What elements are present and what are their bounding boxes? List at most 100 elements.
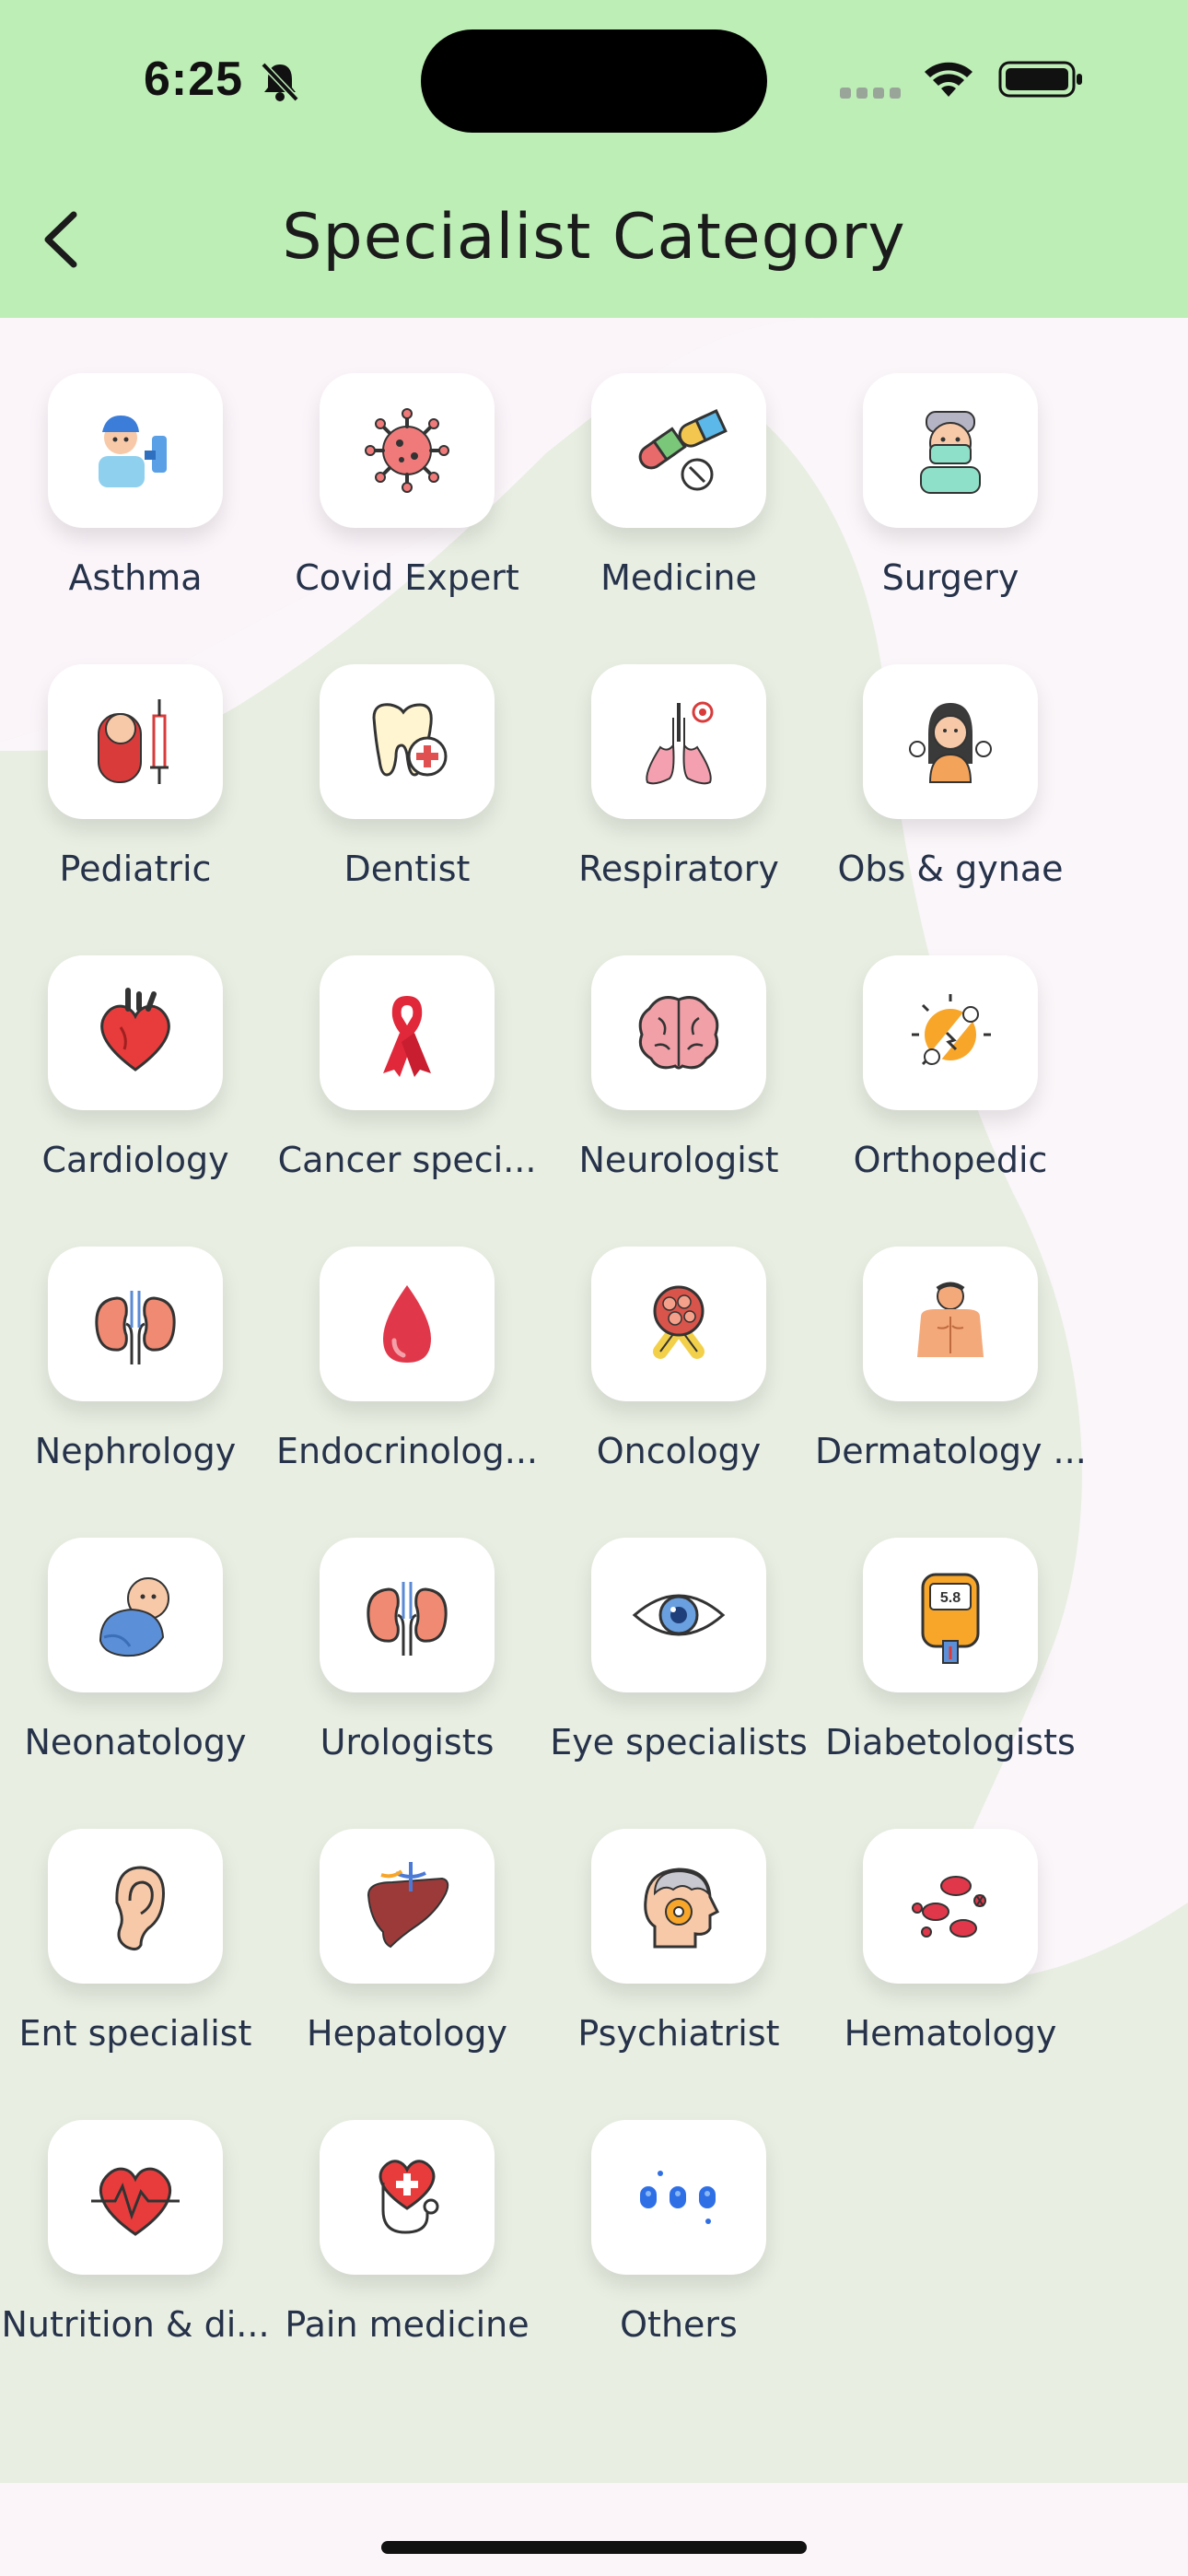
category-surgery[interactable]: Surgery	[815, 373, 1082, 622]
brain-icon	[638, 996, 719, 1070]
category-orthopedic[interactable]: Orthopedic	[815, 955, 1082, 1204]
surgeon-icon	[920, 411, 981, 494]
category-label: Pain medicine	[285, 2304, 530, 2345]
category-label: Obs & gynae	[837, 849, 1064, 889]
category-hepatology[interactable]: Hepatology	[272, 1829, 539, 2078]
category-card[interactable]	[863, 955, 1038, 1110]
category-oncology[interactable]: Oncology	[543, 1247, 810, 1495]
category-pediatric[interactable]: Pediatric	[0, 664, 267, 913]
category-label: Endocrinolog...	[275, 1431, 539, 1471]
category-neurologist[interactable]: Neurologist	[543, 955, 810, 1204]
category-label: Medicine	[600, 557, 757, 598]
category-neonatology[interactable]: Neonatology	[0, 1538, 267, 1786]
category-card[interactable]	[48, 1247, 223, 1401]
category-covid-expert[interactable]: Covid Expert	[272, 373, 539, 622]
wifi-icon	[925, 62, 973, 97]
category-card[interactable]	[48, 1829, 223, 1984]
category-eye-specialists[interactable]: Eye specialists	[543, 1538, 810, 1786]
category-card[interactable]	[320, 1247, 495, 1401]
category-label: Orthopedic	[853, 1140, 1048, 1180]
category-cardiology[interactable]: Cardiology	[0, 955, 267, 1204]
category-card[interactable]	[320, 1829, 495, 1984]
category-nephrology[interactable]: Nephrology	[0, 1247, 267, 1495]
category-nutrition-di[interactable]: Nutrition & di...	[0, 2120, 270, 2369]
category-asthma[interactable]: Asthma	[0, 373, 267, 622]
tumor-ribbon-icon	[653, 1285, 705, 1359]
category-label: Urologists	[320, 1722, 495, 1762]
kidneys-icon	[95, 1291, 176, 1364]
category-card[interactable]	[591, 955, 766, 1110]
category-card[interactable]	[320, 1538, 495, 1692]
category-label: Hepatology	[307, 2013, 507, 2054]
category-card[interactable]	[591, 1247, 766, 1401]
skin-body-icon	[917, 1282, 984, 1357]
category-label: Cardiology	[41, 1140, 229, 1180]
category-label: Diabetologists	[825, 1722, 1076, 1762]
category-label: Respiratory	[578, 849, 779, 889]
asthma-icon	[99, 416, 167, 487]
svg-text:5.8: 5.8	[940, 1590, 961, 1606]
category-label: Dermatology ...	[815, 1431, 1086, 1471]
category-medicine[interactable]: Medicine	[543, 373, 810, 622]
category-card[interactable]	[48, 1538, 223, 1692]
category-label: Surgery	[881, 557, 1019, 598]
category-card[interactable]	[48, 664, 223, 819]
category-label: Others	[620, 2304, 738, 2345]
battery-icon	[998, 61, 1082, 98]
category-label: Nephrology	[34, 1431, 237, 1471]
category-grid-area[interactable]: Asthma Covid Expert Medicine Surgery Pediatr…	[0, 318, 1188, 2483]
category-card[interactable]	[320, 664, 495, 819]
kidneys-icon	[367, 1582, 448, 1656]
category-hematology[interactable]: Hematology	[815, 1829, 1082, 2078]
category-respiratory[interactable]: Respiratory	[543, 664, 810, 913]
broken-bone-icon	[912, 994, 991, 1066]
category-card[interactable]	[320, 955, 495, 1110]
category-dermatology[interactable]: Dermatology ...	[815, 1247, 1086, 1495]
category-psychiatrist[interactable]: Psychiatrist	[543, 1829, 810, 2078]
category-card[interactable]	[863, 1829, 1038, 1984]
heart-icon	[100, 988, 170, 1071]
category-urologists[interactable]: Urologists	[272, 1538, 539, 1786]
blood-cells-icon	[912, 1876, 986, 1938]
baby-syringe-icon	[98, 699, 169, 784]
tooth-icon	[372, 703, 448, 777]
category-diabetologists[interactable]: 5.8 Diabetologists	[815, 1538, 1082, 1786]
lungs-icon	[646, 701, 714, 785]
category-others[interactable]: Others	[543, 2120, 810, 2369]
page-title: Specialist Category	[282, 201, 906, 274]
category-ent-specialist[interactable]: Ent specialist	[0, 1829, 267, 2078]
category-card[interactable]	[591, 2120, 766, 2275]
eye-icon	[632, 1594, 726, 1636]
home-indicator[interactable]	[381, 2541, 807, 2554]
category-label: Nutrition & di...	[1, 2304, 270, 2345]
category-label: Asthma	[68, 557, 203, 598]
category-label: Ent specialist	[18, 2013, 252, 2054]
blood-drop-icon	[383, 1285, 431, 1363]
category-card[interactable]	[591, 664, 766, 819]
category-card[interactable]	[320, 2120, 495, 2275]
category-card[interactable]	[48, 955, 223, 1110]
category-label: Cancer speci...	[277, 1140, 537, 1180]
glucometer-icon: 5.8	[921, 1573, 980, 1664]
category-obs-gynae[interactable]: Obs & gynae	[815, 664, 1082, 913]
category-card[interactable]	[48, 2120, 223, 2275]
category-card[interactable]: 5.8	[863, 1538, 1038, 1692]
pills-icon	[638, 408, 728, 491]
category-card[interactable]	[48, 373, 223, 528]
category-card[interactable]	[591, 1829, 766, 1984]
category-card[interactable]	[591, 1538, 766, 1692]
dots-icon	[640, 2171, 716, 2224]
category-endocrinolog[interactable]: Endocrinolog...	[272, 1247, 539, 1495]
category-pain-medicine[interactable]: Pain medicine	[272, 2120, 539, 2369]
category-cancer-speci[interactable]: Cancer speci...	[272, 955, 539, 1204]
category-card[interactable]	[863, 1247, 1038, 1401]
category-card[interactable]	[591, 373, 766, 528]
head-gear-icon	[644, 1868, 720, 1949]
category-card[interactable]	[863, 664, 1038, 819]
category-card[interactable]	[320, 373, 495, 528]
ear-icon	[115, 1866, 165, 1951]
ribbon-icon	[383, 996, 431, 1077]
category-card[interactable]	[863, 373, 1038, 528]
category-label: Oncology	[596, 1431, 762, 1471]
category-dentist[interactable]: Dentist	[272, 664, 539, 913]
